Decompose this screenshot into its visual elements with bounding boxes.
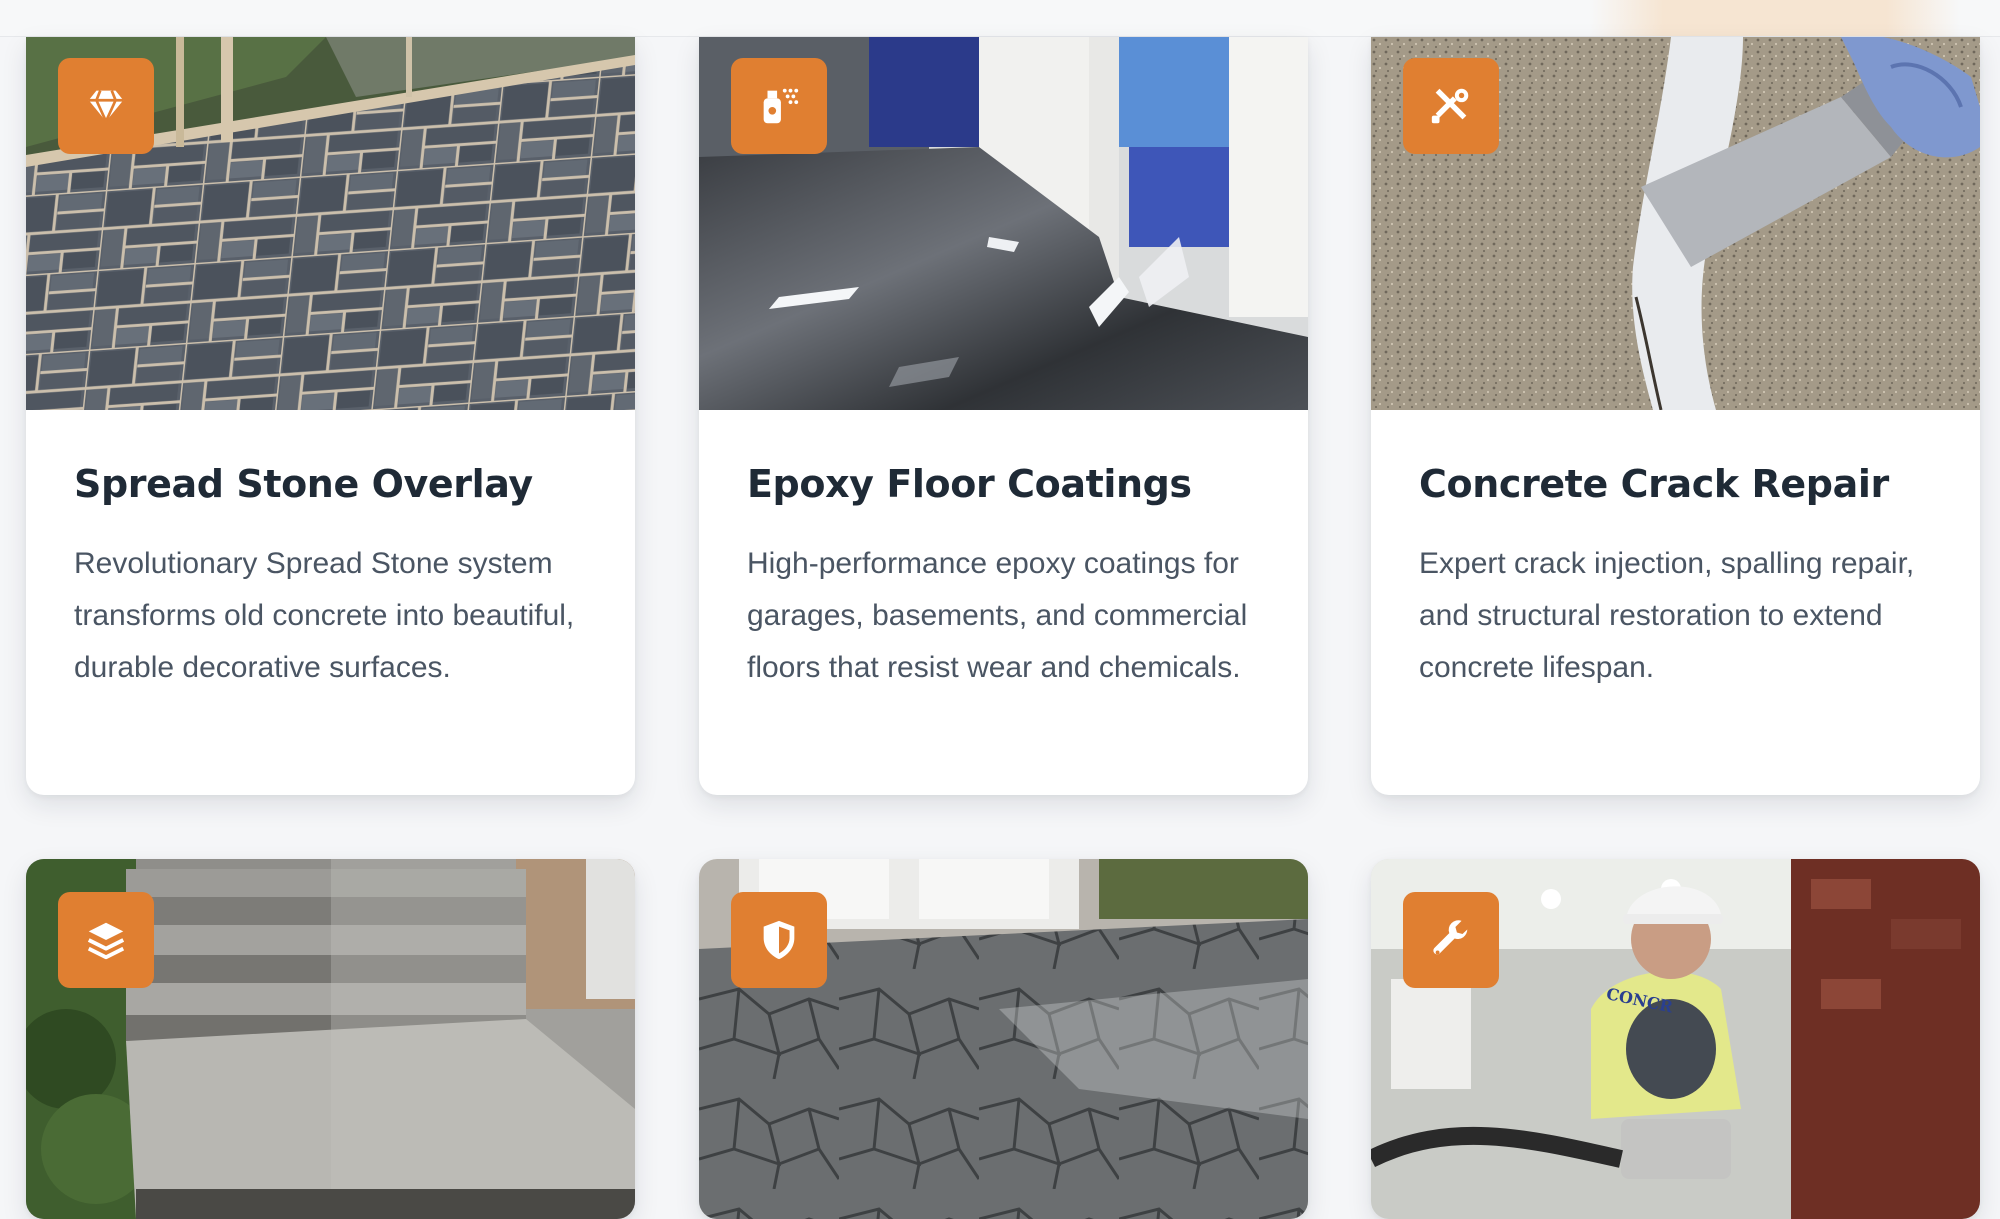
top-bar — [0, 0, 2000, 37]
service-description: Revolutionary Spread Stone system transf… — [74, 547, 575, 684]
gem-icon-badge — [58, 58, 154, 154]
epoxy-floor-photo — [699, 37, 1308, 410]
worker-grinding-photo: CONCR — [1371, 859, 1980, 1219]
wrench-icon — [1433, 920, 1468, 955]
stone-patio-photo — [26, 37, 635, 410]
resurfaced-steps-photo — [26, 859, 635, 1219]
tools-icon — [1431, 88, 1469, 124]
service-card-sealing[interactable] — [699, 859, 1308, 1219]
service-card-repair-maintenance[interactable]: CONCR — [1371, 859, 1980, 1219]
layers-icon — [87, 922, 125, 960]
stamped-patio-photo — [699, 859, 1308, 1219]
layers-icon-badge — [58, 892, 154, 988]
service-description: Expert crack injection, spalling repair,… — [1419, 547, 1915, 684]
service-title: Epoxy Floor Coatings — [747, 462, 1192, 506]
service-card-crack-repair[interactable]: Concrete Crack Repair Expert crack injec… — [1371, 37, 1980, 795]
tools-icon-badge — [1403, 58, 1499, 154]
service-description: High-performance epoxy coatings for gara… — [747, 547, 1248, 684]
service-title: Spread Stone Overlay — [74, 462, 533, 506]
shield-icon — [763, 920, 795, 960]
shield-icon-badge — [731, 892, 827, 988]
top-bar-highlight — [1590, 0, 1960, 36]
gem-icon — [88, 90, 124, 125]
spray-can-icon-badge — [731, 58, 827, 154]
service-card-spread-stone[interactable]: Spread Stone Overlay Revolutionary Sprea… — [26, 37, 635, 795]
service-card-epoxy[interactable]: Epoxy Floor Coatings High-performance ep… — [699, 37, 1308, 795]
wrench-icon-badge — [1403, 892, 1499, 988]
service-title: Concrete Crack Repair — [1419, 462, 1889, 506]
service-card-resurfacing[interactable] — [26, 859, 635, 1219]
spray-can-icon — [763, 88, 799, 124]
crack-repair-photo — [1371, 37, 1980, 410]
